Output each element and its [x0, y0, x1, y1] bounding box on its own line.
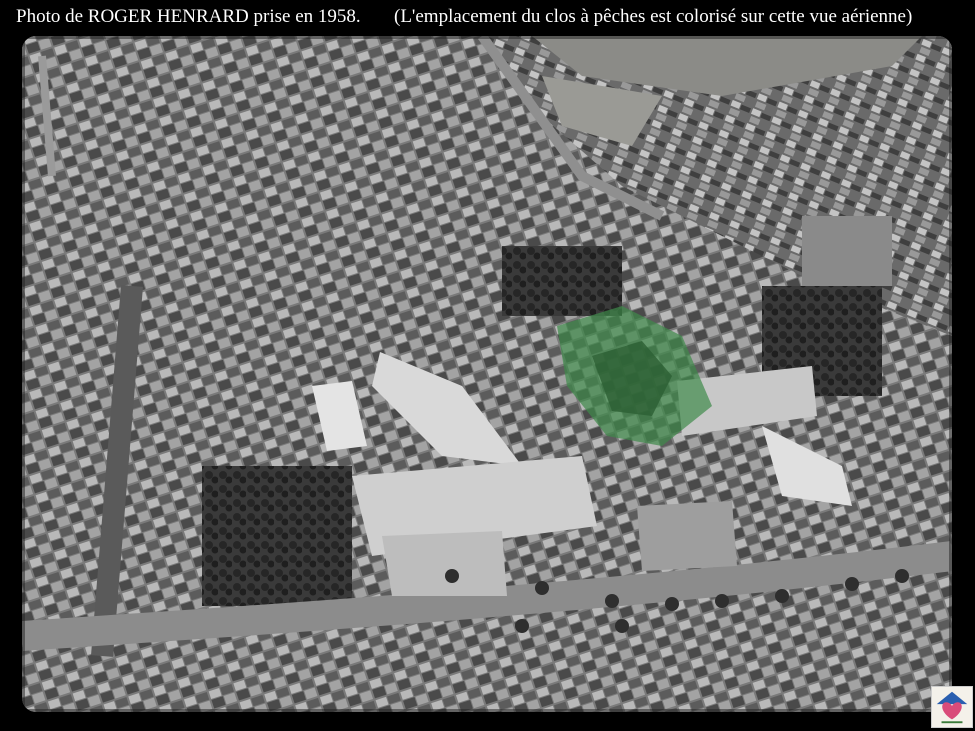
- caption-note: (L'emplacement du clos à pêches est colo…: [394, 6, 913, 27]
- caption-title: Photo de ROGER HENRARD prise en 1958.: [16, 6, 361, 27]
- aerial-photo-drawing: [22, 36, 952, 712]
- photo-caption: Photo de ROGER HENRARD prise en 1958. (L…: [0, 0, 975, 34]
- heart-house-logo-icon: [931, 686, 973, 728]
- aerial-photo: [22, 36, 952, 712]
